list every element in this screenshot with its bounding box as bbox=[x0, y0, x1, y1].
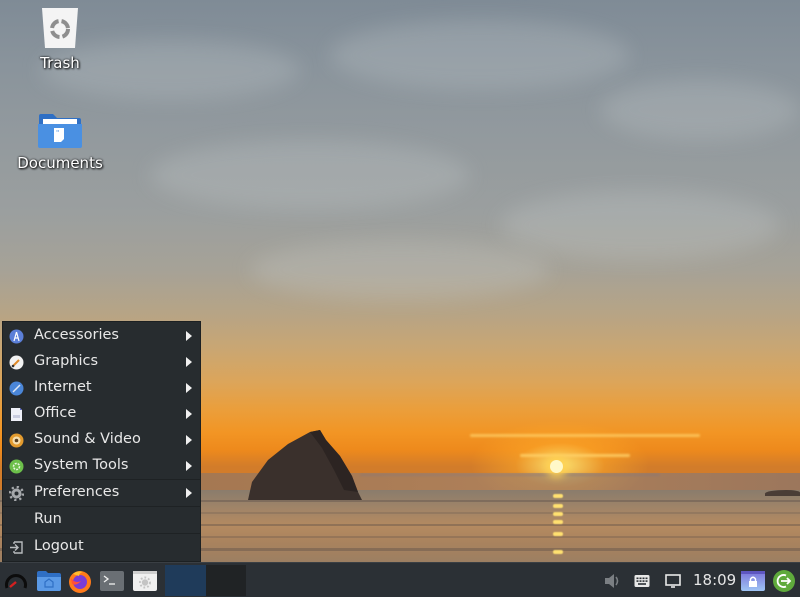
workspace-1[interactable] bbox=[165, 565, 206, 596]
menu-item-preferences[interactable]: Preferences bbox=[3, 479, 200, 506]
internet-icon bbox=[9, 381, 24, 396]
power-logout-icon bbox=[773, 570, 795, 592]
terminal-launcher[interactable] bbox=[98, 567, 126, 595]
gear-icon bbox=[9, 486, 24, 501]
submenu-arrow-icon bbox=[186, 435, 192, 445]
system-tools-icon bbox=[9, 459, 24, 474]
logout-button[interactable] bbox=[771, 567, 797, 595]
menu-item-sound-video[interactable]: Sound & Video bbox=[3, 427, 200, 453]
desktop-icon-trash[interactable]: Trash bbox=[5, 6, 115, 72]
clock[interactable]: 18:09 bbox=[693, 571, 736, 589]
menu-item-logout[interactable]: Logout bbox=[3, 533, 200, 560]
menu-item-office[interactable]: Office bbox=[3, 401, 200, 427]
sound-video-icon bbox=[9, 433, 24, 448]
submenu-arrow-icon bbox=[186, 488, 192, 498]
firefox-icon bbox=[69, 571, 91, 593]
desktop-icon-documents[interactable]: " Documents bbox=[5, 112, 115, 172]
submenu-arrow-icon bbox=[186, 383, 192, 393]
settings-window-icon bbox=[133, 571, 157, 591]
desktop-icon-label: Trash bbox=[40, 54, 80, 72]
display-button[interactable] bbox=[663, 567, 683, 595]
accessories-icon bbox=[9, 329, 24, 344]
menu-item-run[interactable]: Run bbox=[3, 506, 200, 533]
graphics-icon bbox=[9, 355, 24, 370]
menu-item-internet[interactable]: Internet bbox=[3, 375, 200, 401]
keyboard-icon bbox=[634, 575, 650, 587]
file-manager-launcher[interactable] bbox=[35, 567, 63, 595]
settings-launcher[interactable] bbox=[131, 567, 159, 595]
application-menu: Accessories Graphics Internet Office Sou… bbox=[2, 321, 201, 562]
trash-icon bbox=[42, 8, 78, 48]
workspace-2[interactable] bbox=[206, 565, 246, 596]
volume-icon bbox=[605, 574, 619, 588]
app-menu-button[interactable] bbox=[3, 567, 29, 595]
menu-item-accessories[interactable]: Accessories bbox=[3, 323, 200, 349]
display-icon bbox=[665, 574, 681, 588]
submenu-arrow-icon bbox=[186, 331, 192, 341]
menu-item-graphics[interactable]: Graphics bbox=[3, 349, 200, 375]
volume-button[interactable] bbox=[603, 567, 623, 595]
speedometer-menu-icon bbox=[5, 574, 27, 589]
lock-screen-icon bbox=[741, 571, 765, 591]
menu-item-system-tools[interactable]: System Tools bbox=[3, 453, 200, 479]
terminal-icon bbox=[100, 571, 124, 591]
submenu-arrow-icon bbox=[186, 409, 192, 419]
office-icon bbox=[11, 408, 22, 421]
desktop-icon-label: Documents bbox=[17, 154, 103, 172]
submenu-arrow-icon bbox=[186, 357, 192, 367]
folder-documents-icon: " bbox=[38, 114, 82, 148]
submenu-arrow-icon bbox=[186, 461, 192, 471]
logout-icon bbox=[10, 541, 23, 554]
firefox-launcher[interactable] bbox=[66, 567, 94, 595]
sea-stack-rock bbox=[248, 430, 362, 500]
svg-text:": " bbox=[56, 129, 59, 137]
bottom-panel: 18:09 bbox=[0, 562, 800, 597]
lock-screen-button[interactable] bbox=[740, 567, 766, 595]
keyboard-layout-button[interactable] bbox=[632, 567, 652, 595]
sun bbox=[550, 460, 563, 473]
home-folder-icon bbox=[37, 571, 61, 591]
